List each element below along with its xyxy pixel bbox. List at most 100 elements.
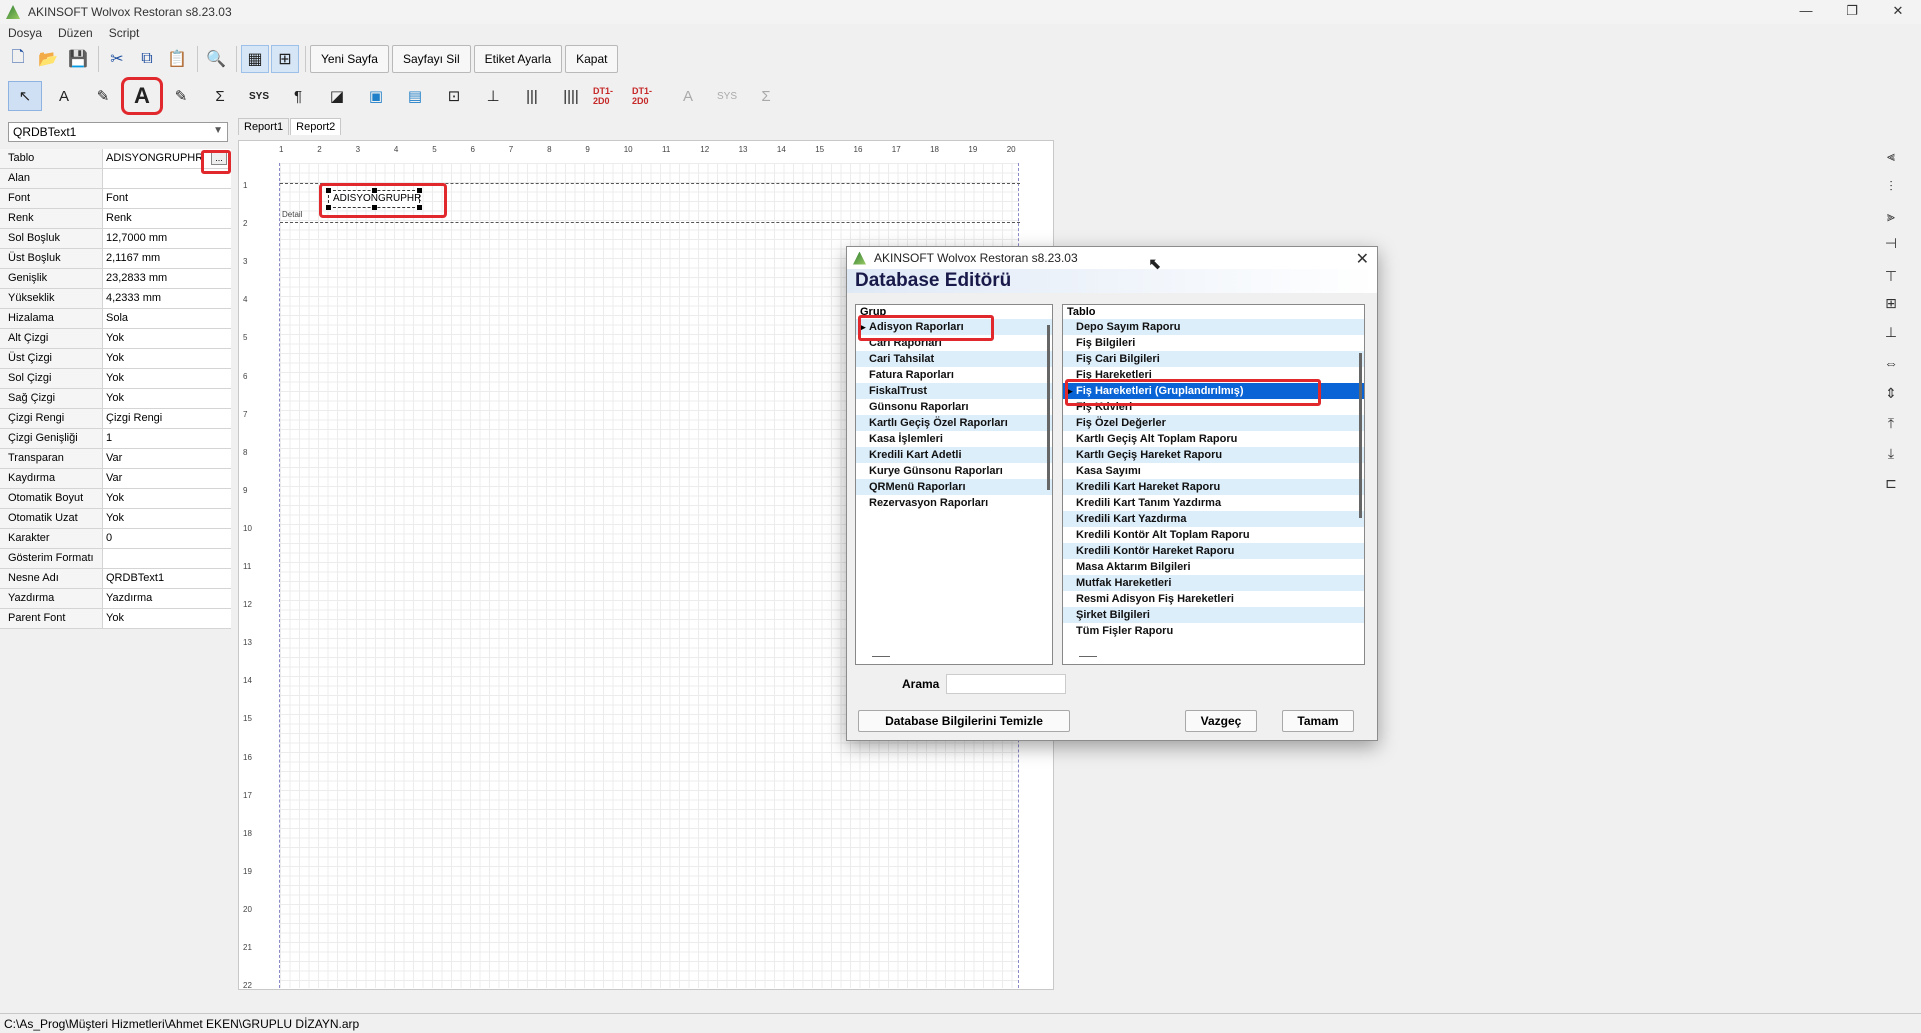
property-row[interactable]: Sağ Çizgi Yok [0,389,231,409]
grid-icon[interactable]: ▦ [241,45,269,73]
table-list-item[interactable]: Fiş Özel Değerler [1063,415,1364,431]
property-value[interactable]: Renk [103,209,231,228]
align-bottom-icon[interactable]: ⊥ [1882,324,1900,342]
group-list-scrollbar[interactable] [1047,325,1050,490]
property-value[interactable]: Var [103,449,231,468]
property-row[interactable]: Sol Boşluk 12,7000 mm [0,229,231,249]
db-image-tool-icon[interactable]: ▤ [398,81,432,111]
property-row[interactable]: Otomatik Boyut Yok [0,489,231,509]
property-row[interactable]: Çizgi Genişliği 1 [0,429,231,449]
property-row[interactable]: Nesne Adı QRDBText1 [0,569,231,589]
property-value[interactable]: QRDBText1 [103,569,231,588]
property-row[interactable]: Transparan Var [0,449,231,469]
property-value[interactable]: 1 [103,429,231,448]
table-list[interactable]: Tablo Depo Sayım Raporu Fiş Bilgileri Fiş … [1062,304,1365,665]
group-list[interactable]: Grup ▶ Adisyon Raporları Cari Raporları Car… [855,304,1053,665]
group-list-item[interactable]: Kartlı Geçiş Özel Raporları [856,415,1052,431]
property-value[interactable]: Yok [103,349,231,368]
property-row[interactable]: Yükseklik 4,2333 mm [0,289,231,309]
clear-database-button[interactable]: Database Bilgilerini Temizle [858,710,1070,732]
db-qr-code-tool-icon[interactable]: DT1-2D0 [632,81,666,111]
property-row[interactable]: Renk Renk [0,209,231,229]
align-left-icon[interactable]: ⫷ [1882,148,1900,166]
property-row[interactable]: Yazdırma Yazdırma [0,589,231,609]
align-top-icon[interactable]: ⊤ [1882,268,1900,286]
same-size-icon[interactable]: ⊏ [1882,475,1900,493]
table-list-item[interactable]: Mutfak Hareketleri [1063,575,1364,591]
table-list-item[interactable]: Kredili Kart Tanım Yazdırma [1063,495,1364,511]
property-row[interactable]: Üst Çizgi Yok [0,349,231,369]
property-value[interactable]: 23,2833 mm [103,269,231,288]
property-value[interactable]: Yok [103,369,231,388]
richtext-tool-icon[interactable]: ¶ [281,81,315,111]
property-value[interactable]: Yok [103,389,231,408]
menu-file[interactable]: Dosya [0,26,50,40]
property-value[interactable]: 0 [103,529,231,548]
close-icon[interactable]: ✕ [1875,0,1921,24]
property-value[interactable]: Yok [103,509,231,528]
group-list-item[interactable]: FiskalTrust [856,383,1052,399]
property-value[interactable]: 2,1167 mm [103,249,231,268]
bring-front-icon[interactable]: ⤒ [1882,415,1900,433]
table-list-item[interactable]: Kredili Kart Hareket Raporu [1063,479,1364,495]
tab-report1[interactable]: Report1 [238,118,290,135]
table-list-item[interactable]: Kredili Kontör Alt Toplam Raporu [1063,527,1364,543]
property-value[interactable]: Sola [103,309,231,328]
property-row[interactable]: Tablo ADISYONGRUPHR... [0,149,231,169]
property-row[interactable]: Çizgi Rengi Çizgi Rengi [0,409,231,429]
chevron-down-icon[interactable]: ▼ [213,125,223,136]
close-button[interactable]: Kapat [565,45,619,73]
property-row[interactable]: Üst Boşluk 2,1167 mm [0,249,231,269]
table-list-item[interactable]: Masa Aktarım Bilgileri [1063,559,1364,575]
group-list-item[interactable]: Kredili Kart Adetli [856,447,1052,463]
delete-page-button[interactable]: Sayfayı Sil [391,45,471,73]
property-value[interactable]: Var [103,469,231,488]
property-value[interactable] [103,549,231,568]
dialog-title-bar[interactable]: AKINSOFT Wolvox Restoran s8.23.03 ✕ [847,247,1377,269]
db-memo-tool-icon[interactable]: ✎ [164,81,198,111]
table-list-item[interactable]: Kartlı Geçiş Hareket Raporu [1063,447,1364,463]
property-value[interactable]: 12,7000 mm [103,229,231,248]
group-list-item[interactable]: Kasa İşlemleri [856,431,1052,447]
space-vertical-icon[interactable]: ⇕ [1882,385,1900,403]
qr-code-tool-icon[interactable]: DT1-2D0 [593,81,627,111]
property-row[interactable]: Kaydırma Var [0,469,231,489]
snap-grid-icon[interactable]: ⊞ [271,45,299,73]
property-row[interactable]: Genişlik 23,2833 mm [0,269,231,289]
barcode-tool-icon[interactable]: ||| [515,81,549,111]
property-row[interactable]: Alt Çizgi Yok [0,329,231,349]
close-icon[interactable]: ✕ [1356,249,1369,269]
align-middle-icon[interactable]: ⊞ [1882,295,1900,313]
tab-report2[interactable]: Report2 [290,118,342,135]
table-list-item[interactable]: Tüm Fişler Raporu [1063,623,1364,639]
new-file-icon[interactable]: 🗋 [4,45,32,73]
space-horizontal-icon[interactable]: ⇔ [1882,355,1900,373]
property-value[interactable]: Font [103,189,231,208]
maximize-icon[interactable]: ❐ [1829,0,1875,24]
property-row[interactable]: Font Font [0,189,231,209]
table-list-item[interactable]: Resmi Adisyon Fiş Hareketleri [1063,591,1364,607]
property-value[interactable]: Yok [103,609,231,628]
property-value[interactable]: Yazdırma [103,589,231,608]
pointer-icon[interactable]: ↖ [8,81,42,111]
group-list-item[interactable]: Kurye Günsonu Raporları [856,463,1052,479]
expression-tool-icon[interactable]: Σ [203,81,237,111]
table-list-item[interactable]: Fiş Cari Bilgileri [1063,351,1364,367]
minimize-icon[interactable]: — [1783,0,1829,24]
property-row[interactable]: Sol Çizgi Yok [0,369,231,389]
property-value[interactable]: Yok [103,329,231,348]
table-list-item[interactable]: Kredili Kontör Hareket Raporu [1063,543,1364,559]
new-page-button[interactable]: Yeni Sayfa [310,45,389,73]
table-list-scrollbar[interactable] [1359,353,1362,518]
sysdata-tool-icon[interactable]: SYS [242,81,276,111]
table-list-item[interactable]: Kartlı Geçiş Alt Toplam Raporu [1063,431,1364,447]
shape-tool-icon[interactable]: ◪ [320,81,354,111]
table-list-item[interactable]: Kasa Sayımı [1063,463,1364,479]
group-list-item[interactable]: QRMenü Raporları [856,479,1052,495]
search-input[interactable] [946,674,1066,694]
group-list-item[interactable]: Rezervasyon Raporları [856,495,1052,511]
cancel-button[interactable]: Vazgeç [1185,710,1257,732]
table-list-item[interactable]: Fiş Bilgileri [1063,335,1364,351]
db-barcode-tool-icon[interactable]: |||| [554,81,588,111]
label-settings-button[interactable]: Etiket Ayarla [473,45,563,73]
